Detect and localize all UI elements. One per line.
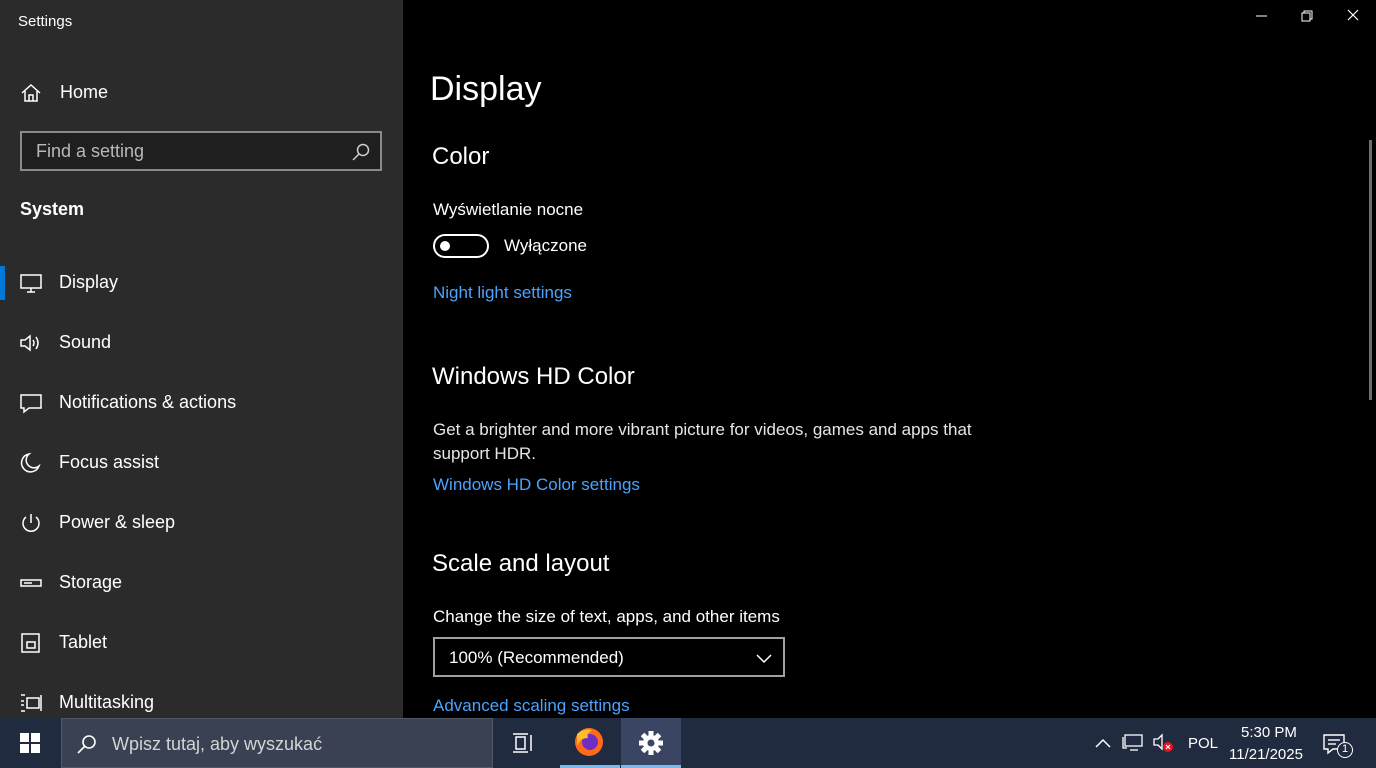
restore-icon bbox=[1301, 10, 1313, 22]
sidebar-item-focus-assist[interactable]: Focus assist bbox=[0, 438, 403, 488]
sidebar-item-display[interactable]: Display bbox=[0, 258, 403, 308]
hd-color-heading: Windows HD Color bbox=[432, 363, 635, 390]
action-center-icon bbox=[1323, 734, 1345, 755]
night-light-toggle[interactable] bbox=[433, 234, 489, 258]
night-light-settings-link[interactable]: Night light settings bbox=[433, 283, 572, 303]
network-button[interactable] bbox=[1120, 718, 1148, 768]
windows-logo-icon bbox=[20, 733, 40, 753]
active-indicator bbox=[0, 266, 5, 300]
taskbar-search[interactable]: Wpisz tutaj, aby wyszukać bbox=[61, 718, 493, 768]
sidebar-item-home[interactable]: Home bbox=[0, 72, 403, 112]
toggle-knob bbox=[440, 241, 450, 251]
multitasking-icon bbox=[21, 694, 42, 712]
scale-selected-value: 100% (Recommended) bbox=[449, 648, 624, 667]
hd-color-settings-link[interactable]: Windows HD Color settings bbox=[433, 475, 640, 495]
minimize-icon bbox=[1256, 15, 1267, 17]
search-icon[interactable] bbox=[351, 142, 371, 162]
sidebar-item-sound[interactable]: Sound bbox=[0, 318, 403, 368]
gear-icon bbox=[639, 731, 663, 755]
close-button[interactable] bbox=[1330, 0, 1376, 32]
taskbar: Wpisz tutaj, aby wyszukać POL 5:30 PM 11… bbox=[0, 718, 1376, 768]
chevron-down-icon bbox=[756, 654, 772, 664]
language-indicator[interactable]: POL bbox=[1188, 735, 1218, 752]
sidebar-item-label: Power & sleep bbox=[59, 512, 176, 532]
page-title: Display bbox=[430, 70, 542, 108]
close-icon bbox=[1347, 9, 1359, 21]
power-icon bbox=[22, 514, 40, 532]
night-light-label: Wyświetlanie nocne bbox=[433, 200, 584, 219]
notification-badge: 1 bbox=[1337, 742, 1353, 758]
color-heading: Color bbox=[432, 143, 490, 170]
sidebar-item-notifications[interactable]: Notifications & actions bbox=[0, 378, 403, 428]
advanced-scaling-link[interactable]: Advanced scaling settings bbox=[433, 696, 630, 716]
taskbar-search-placeholder: Wpisz tutaj, aby wyszukać bbox=[112, 734, 323, 754]
moon-icon bbox=[20, 452, 41, 473]
sidebar: Settings Home System Display Sound Notif… bbox=[0, 0, 403, 718]
scrollbar[interactable] bbox=[1369, 140, 1372, 400]
settings-taskbar-button[interactable] bbox=[621, 718, 681, 768]
firefox-button[interactable] bbox=[560, 718, 620, 768]
sidebar-item-label: Home bbox=[60, 82, 109, 102]
sidebar-item-label: Tablet bbox=[59, 632, 108, 652]
night-light-state: Wyłączone bbox=[504, 236, 587, 255]
sidebar-item-label: Storage bbox=[59, 572, 123, 592]
monitor-icon bbox=[20, 274, 42, 293]
search-icon bbox=[77, 735, 96, 754]
sidebar-item-power-sleep[interactable]: Power & sleep bbox=[0, 498, 403, 548]
settings-search bbox=[20, 131, 382, 171]
minimize-button[interactable] bbox=[1238, 0, 1284, 32]
sidebar-item-label: Notifications & actions bbox=[59, 392, 237, 412]
search-input[interactable] bbox=[22, 133, 342, 169]
home-icon bbox=[21, 83, 41, 102]
volume-button[interactable] bbox=[1150, 718, 1178, 768]
sidebar-item-label: Multitasking bbox=[59, 692, 155, 712]
show-hidden-icons-button[interactable] bbox=[1090, 718, 1116, 768]
clock-date[interactable]: 11/21/2025 bbox=[1229, 746, 1303, 763]
network-icon bbox=[1122, 734, 1143, 751]
clock-time[interactable]: 5:30 PM bbox=[1241, 724, 1297, 741]
sidebar-item-storage[interactable]: Storage bbox=[0, 558, 403, 608]
storage-icon bbox=[20, 579, 42, 587]
sidebar-item-tablet[interactable]: Tablet bbox=[0, 618, 403, 668]
task-view-icon bbox=[513, 733, 532, 753]
main-content: Display Color Wyświetlanie nocne Wyłączo… bbox=[403, 0, 1376, 718]
sidebar-item-label: Focus assist bbox=[59, 452, 160, 472]
hd-color-description: Get a brighter and more vibrant picture … bbox=[433, 420, 972, 463]
notification-icon bbox=[20, 394, 42, 414]
firefox-icon bbox=[575, 728, 603, 756]
sidebar-item-label: Display bbox=[59, 272, 119, 292]
scale-dropdown[interactable]: 100% (Recommended) bbox=[433, 637, 785, 677]
speaker-icon bbox=[20, 334, 39, 352]
scale-layout-heading: Scale and layout bbox=[432, 550, 610, 577]
task-view-button[interactable] bbox=[494, 718, 554, 768]
tablet-icon bbox=[21, 633, 40, 653]
section-label: System bbox=[20, 199, 85, 219]
app-title: Settings bbox=[18, 13, 73, 30]
sidebar-item-label: Sound bbox=[59, 332, 112, 352]
chevron-up-icon bbox=[1095, 738, 1111, 748]
action-center-button[interactable]: 1 bbox=[1318, 718, 1358, 768]
start-button[interactable] bbox=[0, 718, 60, 768]
scale-label: Change the size of text, apps, and other… bbox=[433, 607, 780, 626]
restore-button[interactable] bbox=[1284, 0, 1330, 32]
volume-muted-icon bbox=[1153, 733, 1173, 752]
